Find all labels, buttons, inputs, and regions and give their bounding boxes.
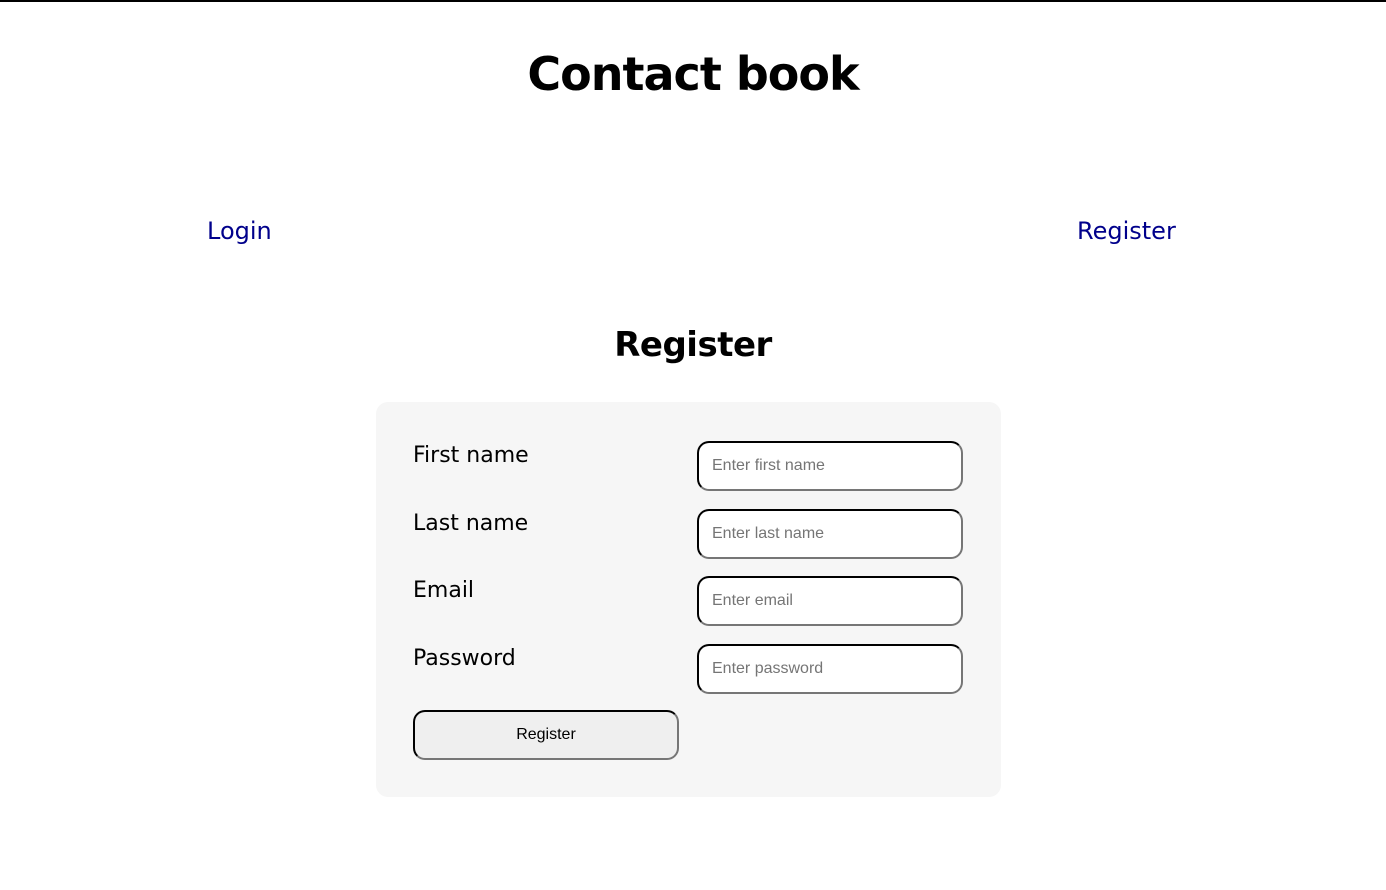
nav-register-link[interactable]: Register [1077,214,1176,248]
register-submit-button[interactable]: Register [413,710,679,760]
register-form: First name Last name Email Password Regi… [376,402,1001,797]
first-name-label: First name [413,443,529,468]
last-name-label: Last name [413,511,529,536]
email-label: Email [413,578,475,603]
first-name-input[interactable] [697,441,963,491]
last-name-input[interactable] [697,509,963,559]
email-input[interactable] [697,576,963,626]
password-label: Password [413,646,516,671]
app-title: Contact book [527,47,859,101]
nav-login-link[interactable]: Login [207,214,272,248]
register-form-heading: Register [614,325,772,365]
password-input[interactable] [697,644,963,694]
